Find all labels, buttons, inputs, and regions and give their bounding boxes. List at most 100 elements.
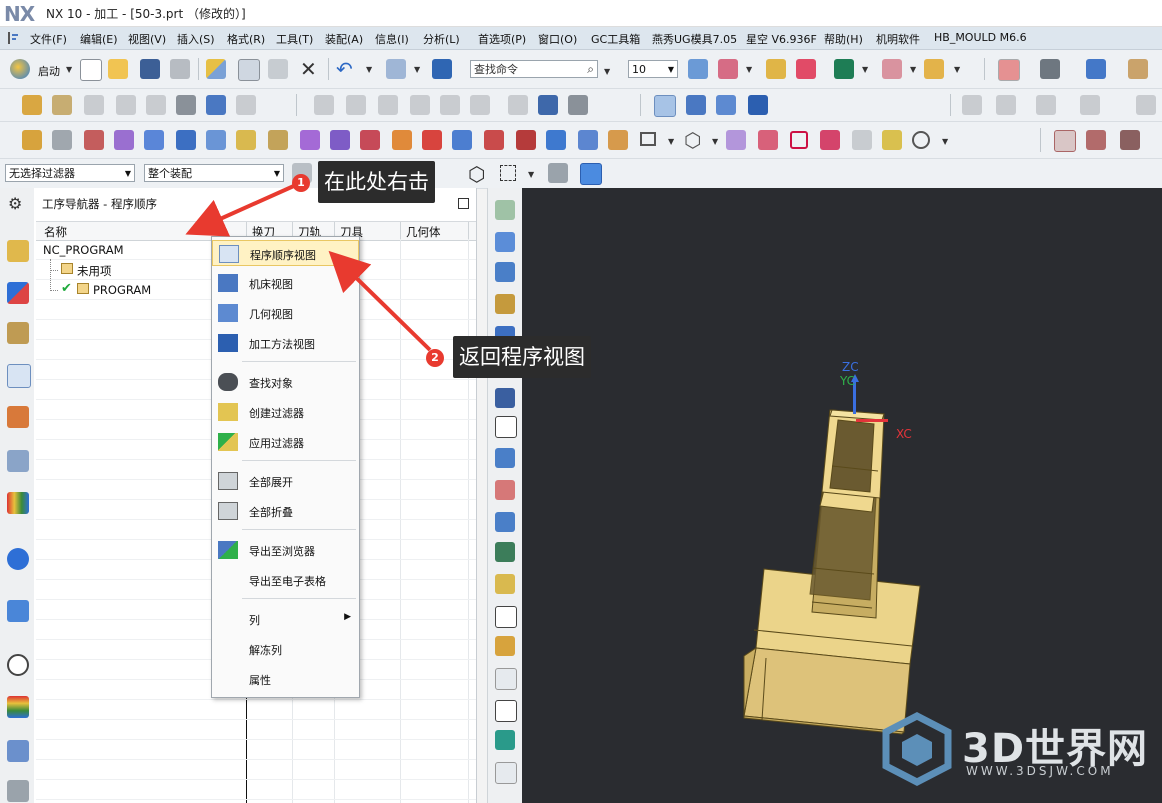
report-icon[interactable] bbox=[538, 95, 558, 115]
menu-yanxiu-ug[interactable]: 燕秀UG模具7.05 bbox=[652, 31, 737, 47]
generate-toolpath-icon[interactable] bbox=[236, 95, 256, 115]
vt-icon-3[interactable] bbox=[495, 262, 515, 282]
vt-icon-1[interactable] bbox=[495, 200, 515, 220]
block-icon[interactable] bbox=[236, 130, 256, 150]
tree-item-program[interactable]: PROGRAM bbox=[93, 283, 151, 297]
snap-distance-select[interactable]: 10 ▼ bbox=[628, 60, 678, 78]
menu-item-geometry-view[interactable]: 几何视图 bbox=[212, 300, 359, 326]
open-folder-icon[interactable] bbox=[108, 59, 128, 79]
graphics-window[interactable]: ZC YC XC 3D世界网 WWW.3DSJW.COM bbox=[522, 188, 1162, 803]
new-file-icon[interactable] bbox=[80, 59, 102, 81]
selection-icon[interactable] bbox=[386, 59, 406, 79]
rectangle-select-icon[interactable] bbox=[500, 165, 516, 181]
menu-item-collapse-all[interactable]: 全部折叠 bbox=[212, 498, 359, 524]
menu-item-properties[interactable]: 属性 bbox=[212, 666, 359, 692]
menu-item-columns[interactable]: 列 ▶ bbox=[212, 606, 359, 632]
vt-icon-17[interactable] bbox=[495, 730, 515, 750]
menu-preferences[interactable]: 首选项(P) bbox=[478, 31, 526, 47]
mold-tools-icon[interactable] bbox=[1086, 130, 1106, 150]
operation-navigator-icon[interactable] bbox=[7, 364, 31, 388]
vt-icon-13[interactable] bbox=[495, 606, 517, 628]
offset-curve-icon[interactable] bbox=[852, 130, 872, 150]
menu-item-export-browser[interactable]: 导出至浏览器 bbox=[212, 537, 359, 563]
vt-icon-8[interactable] bbox=[495, 448, 515, 468]
print-icon[interactable] bbox=[170, 59, 190, 79]
maximize-icon[interactable] bbox=[458, 198, 469, 209]
point-set-icon[interactable] bbox=[758, 130, 778, 150]
background-icon[interactable] bbox=[1128, 59, 1148, 79]
tree-item-unused[interactable]: 未用项 bbox=[77, 263, 112, 279]
wcs-icon[interactable] bbox=[718, 59, 738, 79]
reuse-library-icon[interactable] bbox=[7, 450, 29, 472]
shaded-view-icon[interactable] bbox=[580, 163, 602, 185]
edit-object-icon[interactable] bbox=[766, 59, 786, 79]
gear-icon[interactable]: ⚙ bbox=[8, 194, 22, 213]
role-palette-icon[interactable] bbox=[7, 492, 29, 514]
create-tool-icon[interactable] bbox=[52, 95, 72, 115]
search-command-input[interactable]: 查找命令 ⌕ bbox=[470, 60, 598, 78]
menu-analysis[interactable]: 分析(L) bbox=[423, 31, 460, 47]
menu-item-create-filter[interactable]: 创建过滤器 bbox=[212, 399, 359, 425]
create-program-icon[interactable] bbox=[22, 95, 42, 115]
mold-wizard-icon[interactable] bbox=[1054, 130, 1076, 152]
create-operation-icon[interactable] bbox=[146, 95, 166, 115]
move-icon[interactable] bbox=[996, 95, 1016, 115]
column-name[interactable]: 名称 bbox=[44, 224, 67, 240]
transform-icon[interactable] bbox=[962, 95, 982, 115]
menu-item-program-order-view[interactable]: 程序顺序视图 bbox=[212, 240, 359, 266]
tree-item-nc-program[interactable]: NC_PROGRAM bbox=[43, 243, 124, 257]
search-icon[interactable]: ⌕ bbox=[587, 60, 594, 78]
paste-icon[interactable] bbox=[268, 59, 288, 79]
extrude-icon[interactable] bbox=[176, 130, 196, 150]
vt-icon-10[interactable] bbox=[495, 512, 515, 532]
datum-csys-icon[interactable] bbox=[22, 130, 42, 150]
menu-tools[interactable]: 工具(T) bbox=[276, 31, 313, 47]
machine-view-toolbar-icon[interactable] bbox=[686, 95, 706, 115]
datum-plane-icon[interactable] bbox=[52, 130, 72, 150]
fit-view-icon[interactable] bbox=[998, 59, 1020, 81]
save-icon[interactable] bbox=[140, 59, 160, 79]
axis-icon[interactable] bbox=[726, 130, 746, 150]
unite-icon[interactable] bbox=[452, 130, 472, 150]
chamfer-icon[interactable] bbox=[578, 130, 598, 150]
vt-icon-9[interactable] bbox=[495, 480, 515, 500]
assembly-navigator-icon[interactable] bbox=[7, 240, 29, 262]
menu-jiming[interactable]: 机明软件 bbox=[876, 31, 920, 47]
vt-icon-7[interactable] bbox=[495, 416, 517, 438]
revolve-icon[interactable] bbox=[206, 130, 226, 150]
menu-item-export-spreadsheet[interactable]: 导出至电子表格 bbox=[212, 567, 359, 593]
machine-navigator-icon[interactable] bbox=[7, 406, 29, 428]
menu-item-unfreeze-columns[interactable]: 解冻列 bbox=[212, 636, 359, 662]
vt-icon-11[interactable] bbox=[495, 542, 515, 562]
menu-xingkong[interactable]: 星空 V6.936F bbox=[746, 31, 817, 47]
menu-item-expand-all[interactable]: 全部展开 bbox=[212, 468, 359, 494]
electrode-icon[interactable] bbox=[1120, 130, 1140, 150]
view-filter-icon[interactable] bbox=[548, 163, 568, 183]
start-label[interactable]: 启动 bbox=[38, 63, 60, 79]
verify-icon[interactable] bbox=[314, 95, 334, 115]
display-icon[interactable] bbox=[796, 59, 816, 79]
start-dropdown-icon[interactable]: ▼ bbox=[66, 65, 72, 74]
orient-view-icon[interactable] bbox=[834, 59, 854, 79]
menu-view[interactable]: 视图(V) bbox=[128, 31, 166, 47]
menu-edit[interactable]: 编辑(E) bbox=[80, 31, 118, 47]
assembly-scope-select[interactable]: 整个装配 ▼ bbox=[144, 164, 284, 182]
web-browser-icon[interactable] bbox=[7, 600, 29, 622]
process-studio-icon[interactable] bbox=[7, 740, 29, 762]
vt-icon-18[interactable] bbox=[495, 762, 517, 784]
subtract-icon[interactable] bbox=[484, 130, 504, 150]
vt-icon-15[interactable] bbox=[495, 668, 517, 690]
menu-item-apply-filter[interactable]: 应用过滤器 bbox=[212, 429, 359, 455]
arrow-right-icon[interactable] bbox=[144, 130, 164, 150]
system-material-icon[interactable] bbox=[7, 696, 29, 718]
menu-file[interactable]: 文件(F) bbox=[30, 31, 67, 47]
array-icon[interactable] bbox=[1136, 95, 1156, 115]
lamp-icon[interactable] bbox=[882, 130, 902, 150]
create-method-icon[interactable] bbox=[116, 95, 136, 115]
menu-info[interactable]: 信息(I) bbox=[375, 31, 409, 47]
menu-insert[interactable]: 插入(S) bbox=[177, 31, 215, 47]
menu-gc-toolbox[interactable]: GC工具箱 bbox=[591, 31, 640, 47]
info-icon[interactable] bbox=[7, 548, 29, 570]
cone-icon[interactable] bbox=[300, 130, 320, 150]
program-view-toolbar-icon[interactable] bbox=[654, 95, 676, 117]
